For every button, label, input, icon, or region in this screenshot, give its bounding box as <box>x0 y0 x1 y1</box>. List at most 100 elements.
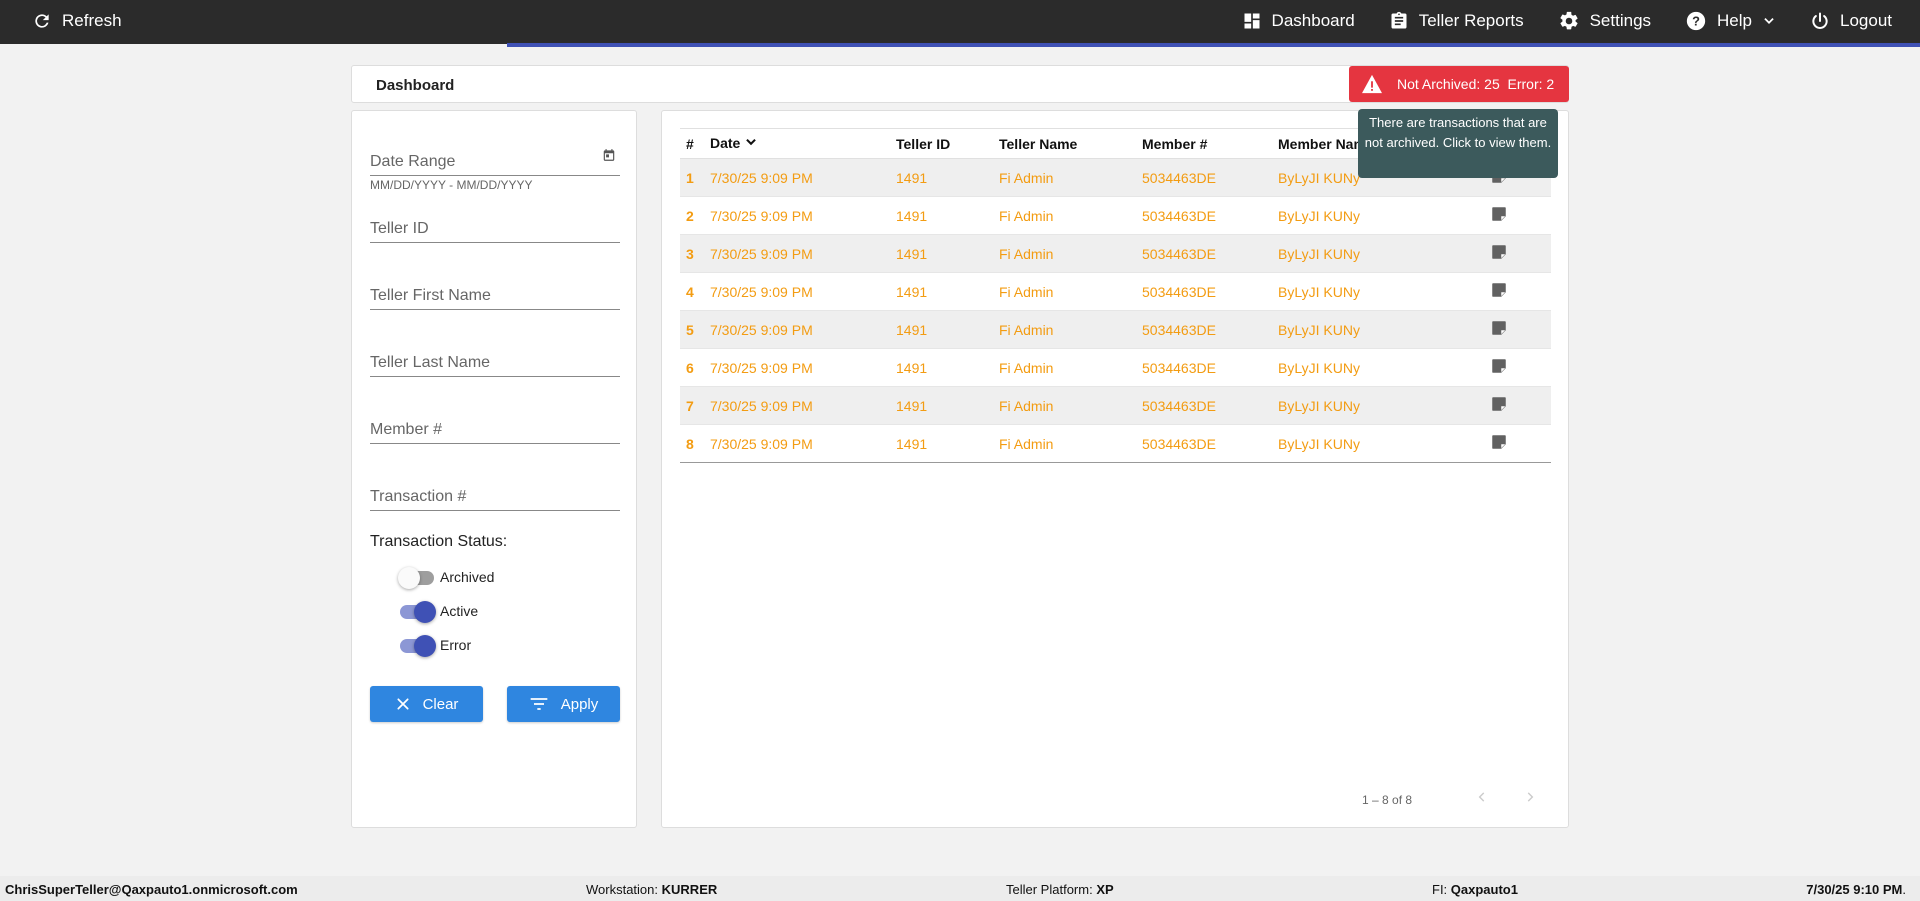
error-toggle[interactable]: Error <box>400 634 472 657</box>
top-nav-bar: Refresh Dashboard Teller Reports Setting… <box>0 0 1920 47</box>
row-teller-name: Fi Admin <box>993 310 1136 349</box>
nav-dashboard-label: Dashboard <box>1271 11 1355 30</box>
nav-dashboard[interactable]: Dashboard <box>1242 11 1355 31</box>
teller-id-input[interactable] <box>370 220 598 238</box>
help-icon: ? <box>1685 10 1707 32</box>
platform-label: Teller Platform: <box>1006 882 1093 897</box>
sort-desc-icon <box>744 135 758 152</box>
status-bar: ChrisSuperTeller@Qaxpauto1.onmicrosoft.c… <box>0 876 1920 901</box>
status-workstation: Workstation: KURRER <box>586 882 717 897</box>
column-header-member-number[interactable]: Member # <box>1136 128 1272 159</box>
row-member-number: 5034463DE <box>1136 424 1272 463</box>
transaction-status-label: Transaction Status: <box>370 533 508 550</box>
filter-panel: MM/DD/YYYY - MM/DD/YYYY Transaction Stat… <box>351 110 637 828</box>
date-range-input[interactable] <box>370 153 598 171</box>
clear-button-label: Clear <box>422 695 459 713</box>
chevron-down-icon <box>1762 14 1776 28</box>
row-number: 2 <box>680 196 704 235</box>
table-row[interactable]: 5 7/30/25 9:09 PM 1491 Fi Admin 5034463DE ByL… <box>680 310 1551 349</box>
fi-label: FI: <box>1432 882 1448 897</box>
member-number-field[interactable] <box>370 412 620 444</box>
chevron-right-icon <box>1523 790 1537 809</box>
transaction-number-field[interactable] <box>370 479 620 511</box>
row-member-number: 5034463DE <box>1136 196 1272 235</box>
page-title: Dashboard <box>376 77 455 94</box>
column-header-date[interactable]: Date <box>704 128 890 159</box>
active-toggle-label: Active <box>440 603 479 619</box>
row-date: 7/30/25 9:09 PM <box>704 386 890 425</box>
status-datetime: 7/30/25 9:10 PM. <box>1806 882 1906 897</box>
row-member-name: ByLyJI KUNy <box>1272 386 1476 425</box>
date-range-field[interactable] <box>370 144 620 176</box>
gear-icon <box>1558 10 1580 32</box>
row-number: 1 <box>680 158 704 197</box>
nav-help[interactable]: ? Help <box>1685 10 1776 32</box>
chevron-left-icon <box>1475 790 1489 809</box>
refresh-label: Refresh <box>62 11 122 30</box>
row-teller-name: Fi Admin <box>993 234 1136 273</box>
row-date: 7/30/25 9:09 PM <box>704 234 890 273</box>
table-row[interactable]: 6 7/30/25 9:09 PM 1491 Fi Admin 5034463DE ByL… <box>680 348 1551 387</box>
column-header-teller-id[interactable]: Teller ID <box>890 128 993 159</box>
row-number: 5 <box>680 310 704 349</box>
nav-teller-reports-label: Teller Reports <box>1418 11 1524 30</box>
column-header-date-label: Date <box>710 134 741 151</box>
row-date: 7/30/25 9:09 PM <box>704 158 890 197</box>
clear-button[interactable]: Clear <box>370 686 483 722</box>
table-row[interactable]: 7 7/30/25 9:09 PM 1491 Fi Admin 5034463DE ByL… <box>680 386 1551 425</box>
note-icon[interactable] <box>1490 281 1508 302</box>
table-row[interactable]: 2 7/30/25 9:09 PM 1491 Fi Admin 5034463DE ByL… <box>680 196 1551 235</box>
table-row[interactable]: 3 7/30/25 9:09 PM 1491 Fi Admin 5034463DE ByL… <box>680 234 1551 273</box>
teller-last-name-input[interactable] <box>370 354 598 372</box>
transactions-panel: # Date Teller ID Teller Name Member # Me… <box>661 110 1569 828</box>
close-icon <box>395 696 411 712</box>
platform-value: XP <box>1096 882 1114 897</box>
archived-switch[interactable] <box>398 566 434 589</box>
teller-first-name-field[interactable] <box>370 278 620 310</box>
nav-teller-reports[interactable]: Teller Reports <box>1389 11 1524 31</box>
calendar-icon[interactable] <box>602 148 616 167</box>
row-date: 7/30/25 9:09 PM <box>704 424 890 463</box>
nav-logout[interactable]: Logout <box>1810 11 1892 31</box>
note-icon[interactable] <box>1490 319 1508 340</box>
row-actions <box>1476 272 1551 311</box>
refresh-button[interactable]: Refresh <box>32 11 122 31</box>
warning-icon <box>1361 74 1383 94</box>
active-switch[interactable] <box>400 600 436 623</box>
teller-id-field[interactable] <box>370 211 620 243</box>
row-member-number: 5034463DE <box>1136 272 1272 311</box>
archived-toggle[interactable]: Archived <box>398 566 495 589</box>
row-date: 7/30/25 9:09 PM <box>704 310 890 349</box>
filter-icon <box>529 696 549 712</box>
note-icon[interactable] <box>1490 243 1508 264</box>
table-row[interactable]: 4 7/30/25 9:09 PM 1491 Fi Admin 5034463DE ByL… <box>680 272 1551 311</box>
row-teller-id: 1491 <box>890 310 993 349</box>
transaction-number-input[interactable] <box>370 488 598 506</box>
previous-page-button[interactable] <box>1470 787 1494 811</box>
teller-last-name-field[interactable] <box>370 345 620 377</box>
note-icon[interactable] <box>1490 205 1508 226</box>
note-icon[interactable] <box>1490 433 1508 454</box>
row-teller-id: 1491 <box>890 234 993 273</box>
svg-text:?: ? <box>1692 14 1700 29</box>
note-icon[interactable] <box>1490 395 1508 416</box>
note-icon[interactable] <box>1490 357 1508 378</box>
active-toggle[interactable]: Active <box>400 600 479 623</box>
status-user: ChrisSuperTeller@Qaxpauto1.onmicrosoft.c… <box>5 882 298 897</box>
apply-button[interactable]: Apply <box>507 686 620 722</box>
fi-value: Qaxpauto1 <box>1450 882 1518 897</box>
workstation-value: KURRER <box>661 882 718 897</box>
member-number-input[interactable] <box>370 421 598 439</box>
row-member-number: 5034463DE <box>1136 158 1272 197</box>
table-row[interactable]: 8 7/30/25 9:09 PM 1491 Fi Admin 5034463DE ByL… <box>680 424 1551 463</box>
workstation-label: Workstation: <box>586 882 659 897</box>
archived-toggle-label: Archived <box>440 569 495 585</box>
row-number: 7 <box>680 386 704 425</box>
not-archived-alert-button[interactable]: Not Archived: 25 Error: 2 <box>1349 66 1569 102</box>
next-page-button[interactable] <box>1518 787 1542 811</box>
error-toggle-label: Error <box>440 637 472 653</box>
nav-settings[interactable]: Settings <box>1558 10 1651 32</box>
error-switch[interactable] <box>400 634 436 657</box>
column-header-teller-name[interactable]: Teller Name <box>993 128 1136 159</box>
teller-first-name-input[interactable] <box>370 287 598 305</box>
